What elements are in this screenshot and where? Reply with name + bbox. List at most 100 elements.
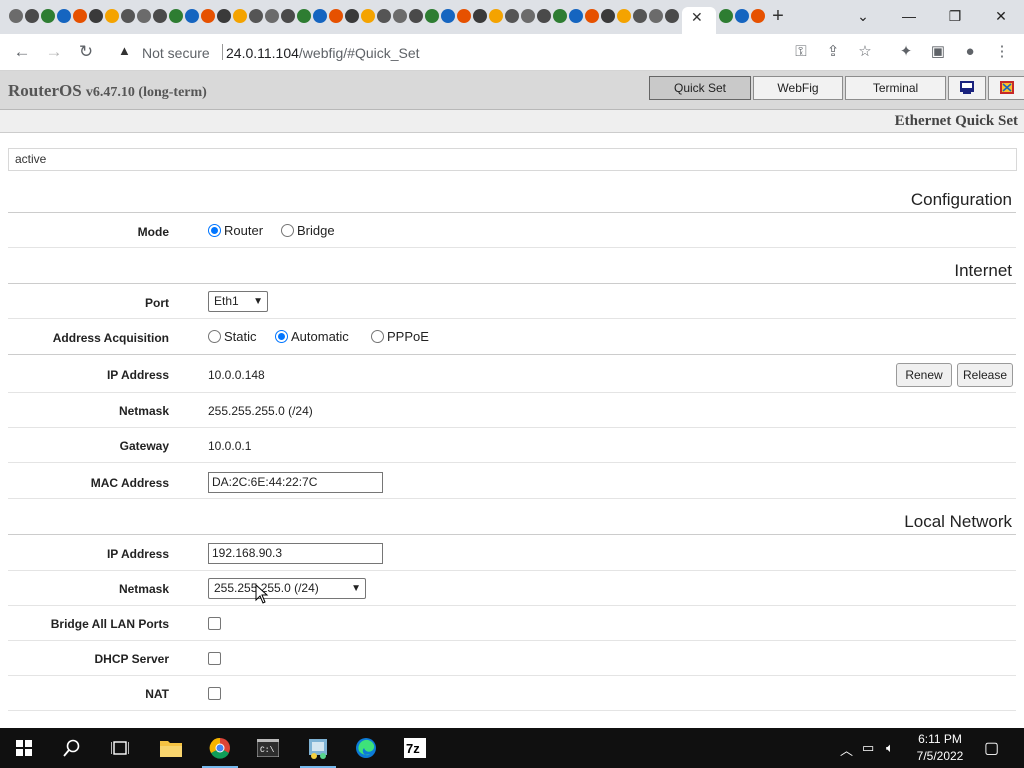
acq-static-option[interactable]: Static — [208, 329, 257, 344]
clock[interactable]: 6:11 PM 7/5/2022 — [905, 731, 975, 765]
mode-router-option[interactable]: Router — [208, 223, 263, 238]
share-icon[interactable]: ⇪ — [822, 42, 844, 64]
url-text[interactable]: 24.0.11.104/webfig/#Quick_Set — [226, 45, 420, 61]
browser-tab[interactable] — [200, 7, 216, 27]
radio-pppoe[interactable] — [371, 330, 384, 343]
volume-icon[interactable]: 🔈︎ — [886, 740, 894, 756]
port-select[interactable]: Eth1 ▼ — [208, 291, 268, 312]
browser-tab[interactable] — [504, 7, 520, 27]
browser-tab[interactable] — [664, 7, 680, 27]
browser-tab[interactable] — [632, 7, 648, 27]
browser-tab[interactable] — [472, 7, 488, 27]
chevron-up-icon[interactable]: ︿ — [840, 740, 853, 759]
browser-tab[interactable] — [280, 7, 296, 27]
close-icon[interactable]: ✕ — [691, 9, 703, 25]
menu-icon[interactable]: ⋮ — [990, 40, 1014, 64]
browser-tab[interactable] — [392, 7, 408, 27]
logout-button[interactable] — [988, 76, 1024, 100]
browser-tab[interactable] — [216, 7, 232, 27]
active-browser-tab[interactable]: ✕ — [682, 7, 716, 34]
browser-tab[interactable] — [56, 7, 72, 27]
7zip-icon[interactable]: 7z — [391, 728, 439, 768]
terminal-button[interactable]: Terminal — [845, 76, 946, 100]
sidepanel-icon[interactable]: ▣ — [926, 40, 950, 64]
mode-bridge-option[interactable]: Bridge — [281, 223, 335, 238]
browser-tab[interactable] — [456, 7, 472, 27]
browser-tab[interactable] — [120, 7, 136, 27]
browser-tab[interactable] — [734, 7, 750, 27]
bridge-lan-checkbox[interactable] — [208, 617, 221, 630]
file-explorer-icon[interactable] — [147, 728, 195, 768]
browser-tab[interactable] — [718, 7, 734, 27]
search-icon[interactable] — [48, 728, 96, 768]
browser-tab[interactable] — [104, 7, 120, 27]
local-ip-field[interactable]: 192.168.90.3 — [208, 543, 383, 564]
browser-tab[interactable] — [264, 7, 280, 27]
browser-tab[interactable] — [424, 7, 440, 27]
mac-field[interactable]: DA:2C:6E:44:22:7C — [208, 472, 383, 493]
browser-tab[interactable] — [440, 7, 456, 27]
browser-tab[interactable] — [72, 7, 88, 27]
dhcp-checkbox[interactable] — [208, 652, 221, 665]
reload-icon[interactable]: ↻ — [74, 40, 98, 64]
start-icon[interactable] — [0, 728, 48, 768]
browser-tab[interactable] — [232, 7, 248, 27]
security-label[interactable]: Not secure — [142, 45, 210, 61]
radio-router[interactable] — [208, 224, 221, 237]
release-button[interactable]: Release — [957, 363, 1013, 387]
local-netmask-select[interactable]: 255.255.255.0 (/24) ▼ — [208, 578, 366, 599]
network-app-icon[interactable] — [294, 728, 342, 768]
browser-tab[interactable] — [296, 7, 312, 27]
browser-tab[interactable] — [344, 7, 360, 27]
acq-pppoe-option[interactable]: PPPoE — [371, 329, 429, 344]
browser-tab[interactable] — [376, 7, 392, 27]
tab-search-button[interactable]: ⌄ — [840, 4, 886, 28]
minimize-button[interactable]: — — [886, 4, 932, 28]
key-icon[interactable]: ⚿ — [790, 42, 812, 64]
new-tab-button[interactable]: + — [768, 5, 788, 27]
webfig-button[interactable]: WebFig — [753, 76, 843, 100]
warning-icon[interactable]: ▲ — [118, 43, 131, 58]
profile-icon[interactable]: ● — [958, 40, 982, 64]
terminal-icon[interactable]: C:\ — [244, 728, 292, 768]
address-bar[interactable]: ▲ Not secure 24.0.11.104/webfig/#Quick_S… — [110, 38, 886, 66]
chrome-icon[interactable] — [196, 728, 244, 768]
restore-button[interactable]: ❐ — [932, 4, 978, 28]
back-icon[interactable]: ← — [10, 40, 34, 64]
forward-icon[interactable]: → — [42, 40, 66, 64]
task-view-icon[interactable] — [96, 728, 144, 768]
browser-tab[interactable] — [408, 7, 424, 27]
winbox-button[interactable] — [948, 76, 986, 100]
browser-tab[interactable] — [360, 7, 376, 27]
radio-bridge[interactable] — [281, 224, 294, 237]
extensions-icon[interactable]: ✦ — [894, 40, 918, 64]
browser-tab[interactable] — [600, 7, 616, 27]
browser-tab[interactable] — [536, 7, 552, 27]
browser-tab[interactable] — [88, 7, 104, 27]
browser-tab[interactable] — [40, 7, 56, 27]
browser-tab[interactable] — [152, 7, 168, 27]
star-icon[interactable]: ☆ — [854, 42, 876, 64]
renew-button[interactable]: Renew — [896, 363, 952, 387]
browser-tab[interactable] — [184, 7, 200, 27]
network-icon[interactable]: ▭ — [862, 740, 874, 756]
edge-icon[interactable] — [342, 728, 390, 768]
browser-tab[interactable] — [328, 7, 344, 27]
notifications-icon[interactable]: ▢ — [984, 738, 999, 758]
browser-tab[interactable] — [648, 7, 664, 27]
browser-tab[interactable] — [568, 7, 584, 27]
radio-automatic[interactable] — [275, 330, 288, 343]
browser-tab[interactable] — [312, 7, 328, 27]
browser-tab[interactable] — [750, 7, 766, 27]
browser-tab[interactable] — [248, 7, 264, 27]
browser-tab[interactable] — [24, 7, 40, 27]
browser-tab[interactable] — [520, 7, 536, 27]
browser-tab[interactable] — [168, 7, 184, 27]
browser-tab[interactable] — [136, 7, 152, 27]
browser-tab[interactable] — [584, 7, 600, 27]
close-window-button[interactable]: ✕ — [978, 4, 1024, 28]
browser-tab[interactable] — [488, 7, 504, 27]
radio-static[interactable] — [208, 330, 221, 343]
browser-tab[interactable] — [8, 7, 24, 27]
browser-tab[interactable] — [552, 7, 568, 27]
